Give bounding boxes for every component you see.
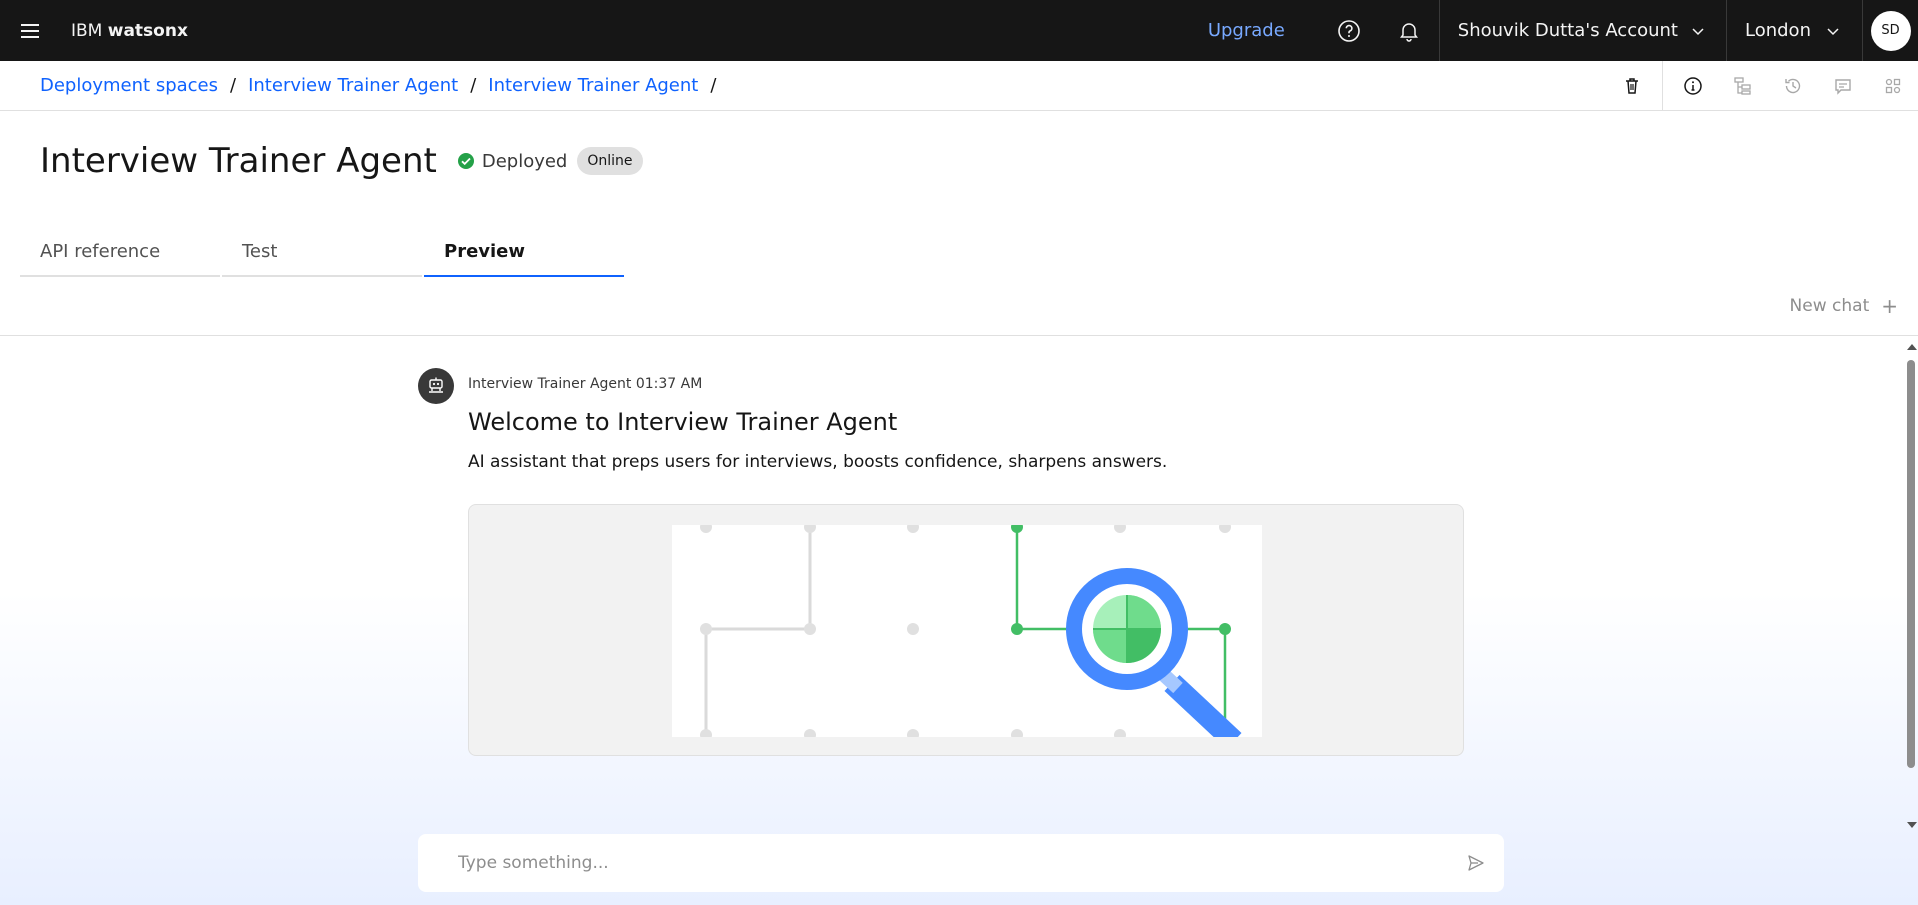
tab-preview[interactable]: Preview: [424, 232, 624, 277]
breadcrumb-deployment-spaces[interactable]: Deployment spaces: [40, 75, 218, 96]
structure-button[interactable]: [1718, 61, 1768, 111]
help-button[interactable]: [1319, 0, 1379, 61]
tree-icon: [1734, 77, 1751, 95]
welcome-title: Welcome to Interview Trainer Agent: [468, 408, 898, 436]
tab-list: API reference Test Preview: [20, 232, 626, 277]
account-label: Shouvik Dutta's Account: [1457, 20, 1678, 41]
new-chat-button[interactable]: New chat +: [1790, 294, 1898, 318]
chat-icon: [1835, 79, 1851, 95]
bell-icon: [1399, 22, 1418, 42]
robot-icon: [429, 377, 443, 393]
region-label: London: [1745, 20, 1811, 41]
brand-prefix: IBM: [71, 20, 103, 41]
welcome-description: AI assistant that preps users for interv…: [468, 452, 1168, 472]
page-title: Interview Trainer Agent: [40, 141, 437, 181]
trash-icon: [1626, 78, 1638, 94]
magnifier-network-illustration: [672, 525, 1262, 737]
deployment-status: Deployed: [457, 150, 568, 172]
help-icon: [1337, 19, 1360, 42]
brand-product: watsonx: [107, 20, 188, 41]
chevron-down-icon: [1827, 27, 1839, 35]
delete-button[interactable]: [1607, 61, 1657, 111]
chat-scrollbar[interactable]: [1904, 336, 1918, 828]
hamburger-menu-button[interactable]: [0, 0, 60, 61]
notifications-button[interactable]: [1379, 0, 1439, 61]
status-label: Deployed: [481, 150, 568, 172]
plus-icon: +: [1881, 294, 1898, 318]
scroll-up-arrow[interactable]: [1907, 344, 1917, 350]
apps-button[interactable]: [1868, 61, 1918, 111]
checkmark-filled-icon: [457, 153, 474, 169]
send-button[interactable]: [1448, 834, 1504, 892]
welcome-illustration-card: [468, 504, 1464, 756]
account-switcher[interactable]: Shouvik Dutta's Account: [1438, 0, 1726, 61]
history-button[interactable]: [1768, 61, 1818, 111]
status-badge: Online: [577, 147, 643, 175]
agent-avatar: [418, 368, 454, 404]
breadcrumb-deployment[interactable]: Interview Trainer Agent: [488, 75, 698, 96]
history-icon: [1785, 78, 1801, 94]
scroll-down-arrow[interactable]: [1907, 822, 1917, 828]
tab-test[interactable]: Test: [222, 232, 422, 277]
info-button[interactable]: [1668, 61, 1718, 111]
scroll-thumb[interactable]: [1907, 360, 1915, 768]
breadcrumb-separator: /: [230, 75, 237, 96]
region-switcher[interactable]: London: [1726, 0, 1862, 61]
avatar: SD: [1870, 10, 1911, 51]
breadcrumb-separator: /: [470, 75, 477, 96]
breadcrumb-separator: /: [710, 75, 717, 96]
tab-api-reference[interactable]: API reference: [20, 232, 220, 277]
message-meta: Interview Trainer Agent 01:37 AM: [468, 376, 703, 392]
user-avatar-button[interactable]: SD: [1862, 0, 1918, 61]
page-header: Interview Trainer Agent Deployed Online: [40, 141, 643, 181]
info-icon: [1684, 77, 1702, 95]
chat-panel: Interview Trainer Agent 01:37 AM Welcome…: [0, 335, 1918, 905]
product-brand[interactable]: IBM watsonx: [71, 21, 188, 41]
send-icon: [1468, 855, 1484, 871]
chat-input[interactable]: [418, 853, 1448, 873]
breadcrumb: Deployment spaces / Interview Trainer Ag…: [40, 75, 728, 96]
breadcrumb-bar: Deployment spaces / Interview Trainer Ag…: [0, 61, 1918, 111]
new-chat-label: New chat: [1789, 296, 1870, 316]
apps-icon: [1885, 78, 1901, 94]
upgrade-link[interactable]: Upgrade: [1208, 20, 1319, 41]
top-header: IBM watsonx Upgrade Shouvik Dutta's Acco…: [0, 0, 1918, 61]
breadcrumb-space[interactable]: Interview Trainer Agent: [248, 75, 458, 96]
hamburger-icon: [21, 23, 39, 38]
toolbar-divider: [1662, 61, 1663, 111]
chat-composer: [418, 834, 1504, 892]
comments-button[interactable]: [1818, 61, 1868, 111]
chevron-down-icon: [1692, 27, 1704, 35]
